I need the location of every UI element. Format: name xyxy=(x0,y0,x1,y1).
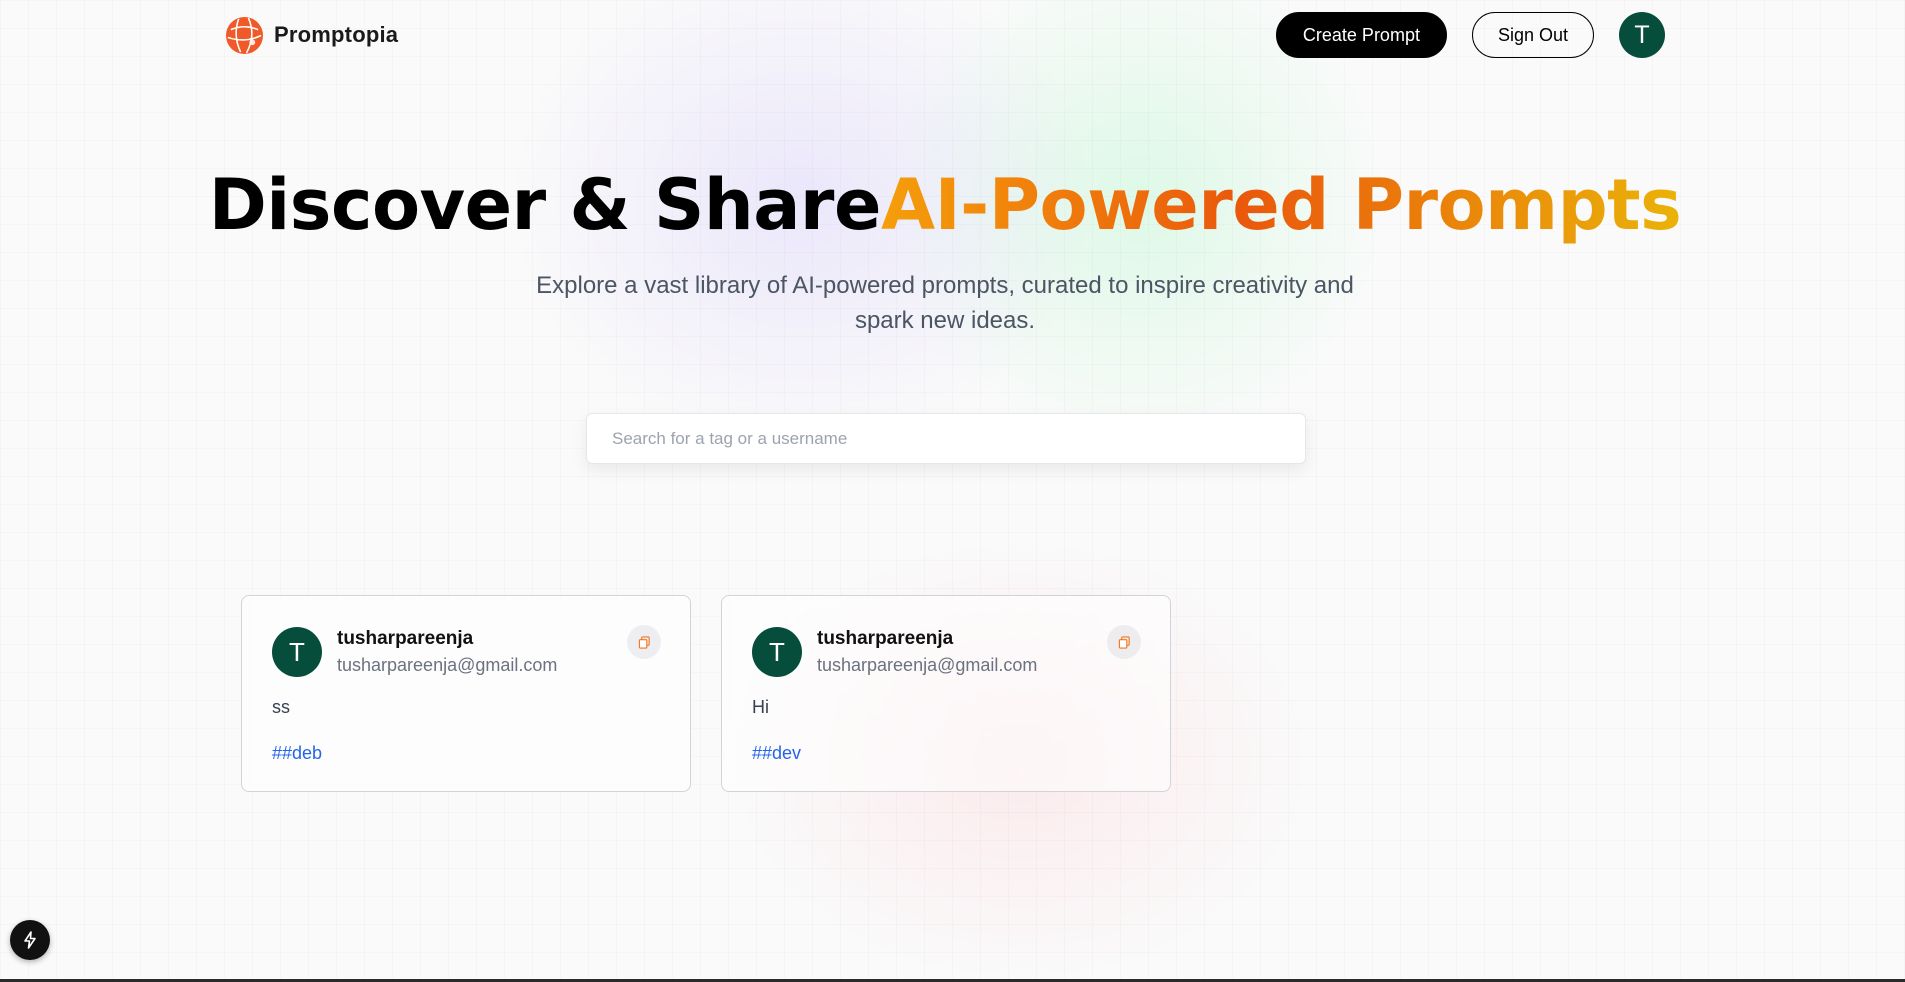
card-header[interactable]: T tusharpareenja tusharpareenja@gmail.co… xyxy=(752,627,1141,677)
hero-title-gradient: AI-Powered Prompts xyxy=(880,164,1682,246)
search-form xyxy=(586,413,1306,464)
card-prompt-text: ss xyxy=(272,697,290,717)
card-prompt-text: Hi xyxy=(752,697,769,717)
card-user-info: tusharpareenja tusharpareenja@gmail.com xyxy=(337,628,557,676)
hero-title: Discover & ShareAI-Powered Prompts xyxy=(0,160,1890,250)
card-tag[interactable]: ##dev xyxy=(752,743,801,764)
brand-link[interactable]: Promptopia xyxy=(225,16,398,55)
copy-icon xyxy=(638,635,650,649)
copy-icon xyxy=(1118,635,1130,649)
avatar: T xyxy=(272,627,322,677)
top-navbar: Promptopia Create Prompt Sign Out T xyxy=(225,11,1665,59)
copy-button[interactable] xyxy=(627,625,661,659)
card-tag[interactable]: ##deb xyxy=(272,743,322,764)
card-email: tusharpareenja@gmail.com xyxy=(817,655,1038,675)
create-prompt-button[interactable]: Create Prompt xyxy=(1275,12,1447,58)
copy-button[interactable] xyxy=(1107,625,1141,659)
lightning-icon xyxy=(24,931,36,949)
hero-title-plain: Discover & Share xyxy=(208,164,882,246)
search-input[interactable] xyxy=(586,413,1306,464)
dev-tools-indicator[interactable] xyxy=(10,920,50,960)
card-header[interactable]: T tusharpareenja tusharpareenja@gmail.co… xyxy=(272,627,661,677)
sign-out-button[interactable]: Sign Out xyxy=(1471,12,1594,58)
nav-actions: Create Prompt Sign Out T xyxy=(1275,12,1665,58)
prompt-card: T tusharpareenja tusharpareenja@gmail.co… xyxy=(241,595,691,792)
card-username: tusharpareenja xyxy=(817,628,954,649)
card-username: tusharpareenja xyxy=(337,628,474,649)
brand-name: Promptopia xyxy=(274,22,399,47)
avatar: T xyxy=(752,627,802,677)
prompt-card-list: T tusharpareenja tusharpareenja@gmail.co… xyxy=(241,595,1171,792)
prompt-card: T tusharpareenja tusharpareenja@gmail.co… xyxy=(721,595,1171,792)
hero-subtitle: Explore a vast library of AI-powered pro… xyxy=(536,272,1354,334)
profile-avatar[interactable]: T xyxy=(1619,12,1665,58)
card-email: tusharpareenja@gmail.com xyxy=(337,655,558,675)
globe-logo-icon xyxy=(225,16,264,54)
hero-section: Discover & ShareAI-Powered Prompts Explo… xyxy=(0,160,1890,338)
background-grid xyxy=(0,0,1905,982)
card-user-info: tusharpareenja tusharpareenja@gmail.com xyxy=(817,628,1037,676)
